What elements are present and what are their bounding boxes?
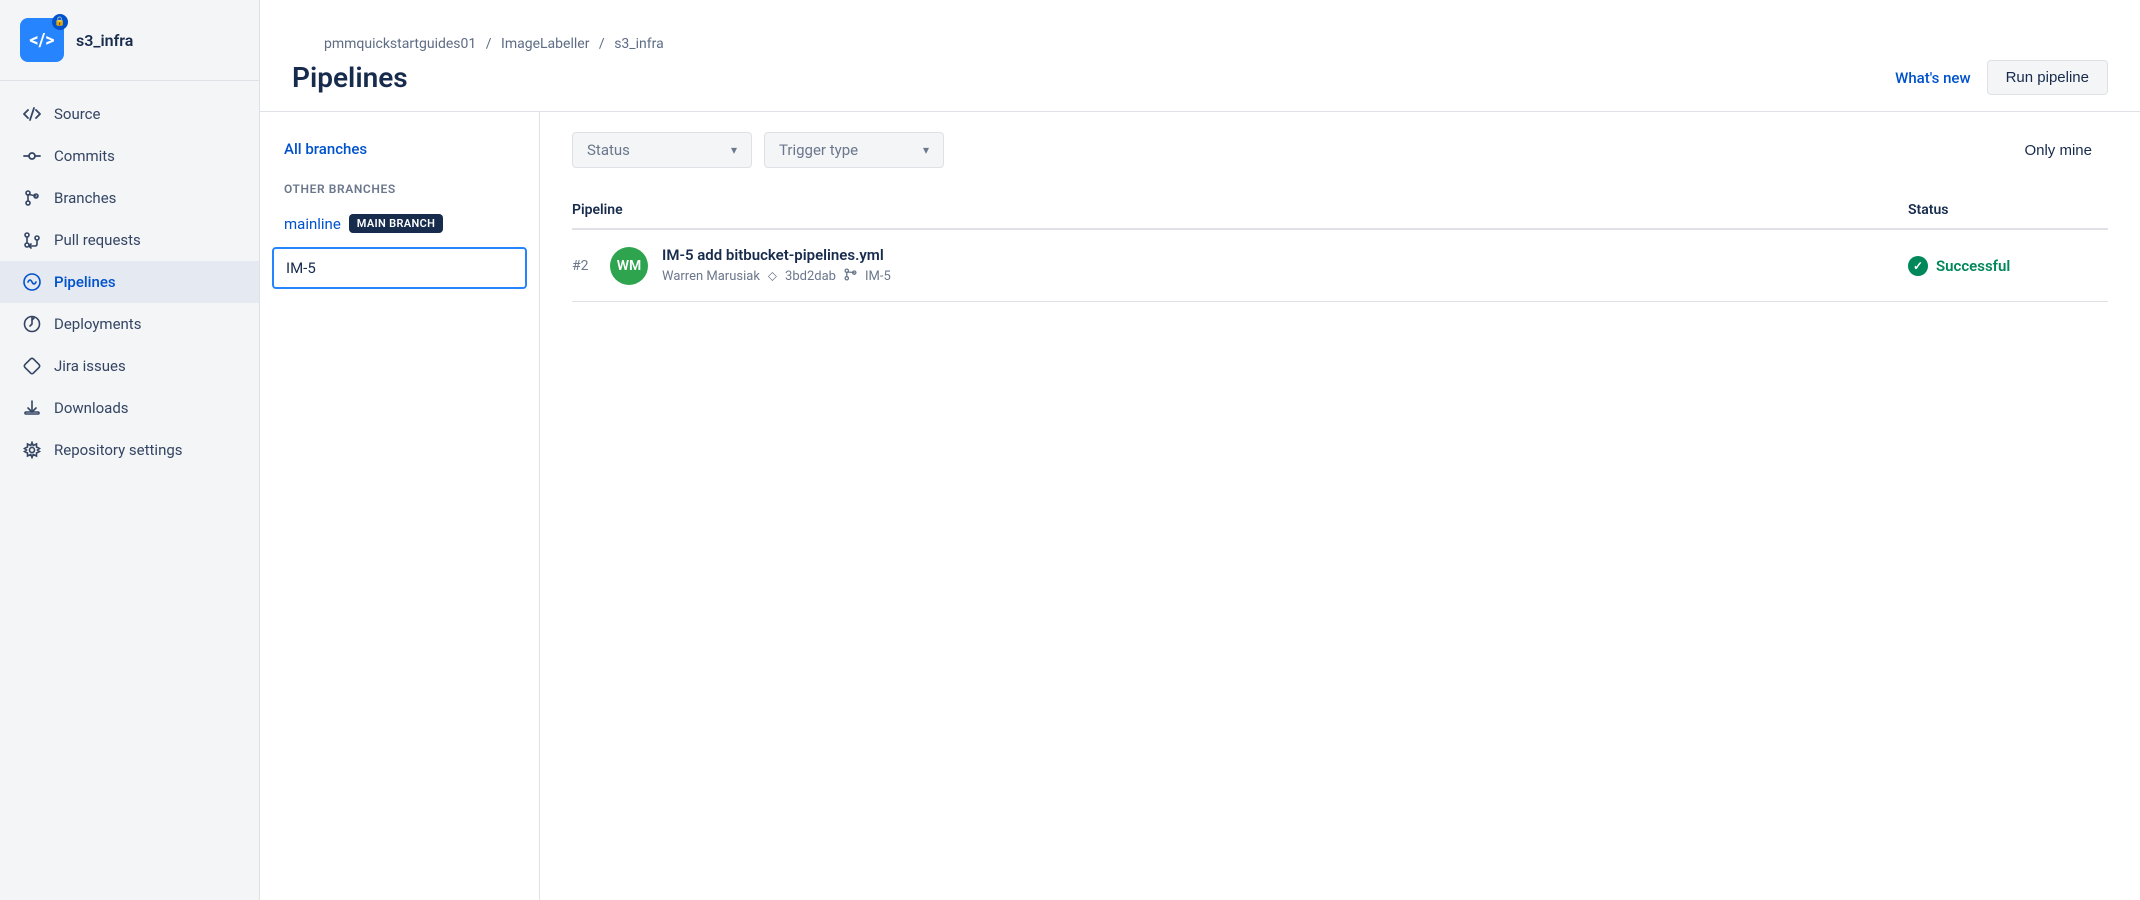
sidebar-item-label-source: Source xyxy=(54,105,100,123)
sidebar-item-label-commits: Commits xyxy=(54,147,115,165)
sidebar: </> 🔒 s3_infra Source xyxy=(0,0,260,900)
branch-item-mainline[interactable]: mainline MAIN BRANCH xyxy=(260,204,539,243)
sidebar-item-label-pull-requests: Pull requests xyxy=(54,231,141,249)
pipelines-table: Pipeline Status #2 WM IM-5 add bitbucket… xyxy=(572,192,2108,302)
page-title: Pipelines xyxy=(292,61,408,94)
repo-logo: </> 🔒 xyxy=(20,18,64,62)
sidebar-item-branches[interactable]: Branches xyxy=(0,177,259,219)
page-header: Pipelines What's new Run pipeline xyxy=(260,52,2140,111)
main-branch-badge: MAIN BRANCH xyxy=(349,214,443,233)
branch-im5-label: IM-5 xyxy=(286,259,316,277)
status-label: Successful xyxy=(1936,257,2010,275)
commit-icon xyxy=(22,146,42,166)
pipeline-number: #2 xyxy=(572,258,596,274)
trigger-type-filter[interactable]: Trigger type ▾ xyxy=(764,132,944,168)
content-area: All branches Other branches mainline MAI… xyxy=(260,111,2140,900)
breadcrumb-repo-parent[interactable]: ImageLabeller xyxy=(501,36,589,52)
status-filter[interactable]: Status ▾ xyxy=(572,132,752,168)
commit-icon: ⬦ xyxy=(768,269,777,284)
other-branches-label: Other branches xyxy=(260,166,539,204)
all-branches-link[interactable]: All branches xyxy=(260,132,539,166)
pipeline-info: IM-5 add bitbucket-pipelines.yml Warren … xyxy=(662,246,1908,285)
status-filter-label: Status xyxy=(587,141,630,159)
sidebar-item-label-repo-settings: Repository settings xyxy=(54,441,183,459)
lock-icon: 🔒 xyxy=(52,14,68,30)
pr-icon xyxy=(22,230,42,250)
col-status-header: Status xyxy=(1908,202,2108,218)
branch-meta-icon xyxy=(844,268,857,285)
trigger-type-filter-label: Trigger type xyxy=(779,141,858,159)
repo-name: s3_infra xyxy=(76,31,133,50)
breadcrumb: pmmquickstartguides01 / ImageLabeller / … xyxy=(292,18,2108,52)
run-pipeline-button[interactable]: Run pipeline xyxy=(1987,60,2108,95)
branches-panel: All branches Other branches mainline MAI… xyxy=(260,112,540,900)
table-header: Pipeline Status xyxy=(572,192,2108,230)
avatar: WM xyxy=(610,247,648,285)
sidebar-nav: Source Commits xyxy=(0,81,259,900)
sidebar-item-pull-requests[interactable]: Pull requests xyxy=(0,219,259,261)
pipeline-commit: 3bd2dab xyxy=(785,269,836,284)
settings-icon xyxy=(22,440,42,460)
pipeline-branch: IM-5 xyxy=(865,269,891,284)
deploy-icon xyxy=(22,314,42,334)
status-chevron-icon: ▾ xyxy=(731,143,737,157)
sidebar-header: </> 🔒 s3_infra xyxy=(0,0,259,81)
sidebar-item-label-deployments: Deployments xyxy=(54,315,141,333)
sidebar-item-source[interactable]: Source xyxy=(0,93,259,135)
whats-new-link[interactable]: What's new xyxy=(1895,69,1970,87)
sidebar-item-label-jira-issues: Jira issues xyxy=(54,357,126,375)
sidebar-item-deployments[interactable]: Deployments xyxy=(0,303,259,345)
branch-item-im5[interactable]: IM-5 xyxy=(272,247,527,289)
code-icon xyxy=(22,104,42,124)
filters-row: Status ▾ Trigger type ▾ Only mine xyxy=(572,132,2108,168)
pipelines-panel: Status ▾ Trigger type ▾ Only mine Pipeli… xyxy=(540,112,2140,900)
trigger-type-chevron-icon: ▾ xyxy=(923,143,929,157)
jira-icon xyxy=(22,356,42,376)
avatar-initials: WM xyxy=(617,258,642,274)
pipeline-status: ✓ Successful xyxy=(1908,256,2108,276)
header-actions: What's new Run pipeline xyxy=(1895,60,2108,95)
sidebar-item-label-branches: Branches xyxy=(54,189,116,207)
sidebar-item-repository-settings[interactable]: Repository settings xyxy=(0,429,259,471)
pipeline-icon xyxy=(22,272,42,292)
col-pipeline-header: Pipeline xyxy=(572,202,1908,218)
sidebar-item-label-downloads: Downloads xyxy=(54,399,129,417)
breadcrumb-org[interactable]: pmmquickstartguides01 xyxy=(324,36,476,52)
branch-icon xyxy=(22,188,42,208)
breadcrumb-repo[interactable]: s3_infra xyxy=(614,36,664,52)
branch-mainline-link[interactable]: mainline xyxy=(284,215,341,233)
only-mine-button[interactable]: Only mine xyxy=(2008,134,2108,167)
pipeline-meta: Warren Marusiak ⬦ 3bd2dab xyxy=(662,268,1908,285)
sidebar-item-pipelines[interactable]: Pipelines xyxy=(0,261,259,303)
table-row[interactable]: #2 WM IM-5 add bitbucket-pipelines.yml W… xyxy=(572,230,2108,302)
download-icon xyxy=(22,398,42,418)
sidebar-item-downloads[interactable]: Downloads xyxy=(0,387,259,429)
sidebar-item-label-pipelines: Pipelines xyxy=(54,273,116,291)
pipeline-author: Warren Marusiak xyxy=(662,269,760,284)
main-content: pmmquickstartguides01 / ImageLabeller / … xyxy=(260,0,2140,900)
success-checkmark-icon: ✓ xyxy=(1908,256,1928,276)
pipeline-title: IM-5 add bitbucket-pipelines.yml xyxy=(662,246,1908,264)
sidebar-item-commits[interactable]: Commits xyxy=(0,135,259,177)
sidebar-item-jira-issues[interactable]: Jira issues xyxy=(0,345,259,387)
